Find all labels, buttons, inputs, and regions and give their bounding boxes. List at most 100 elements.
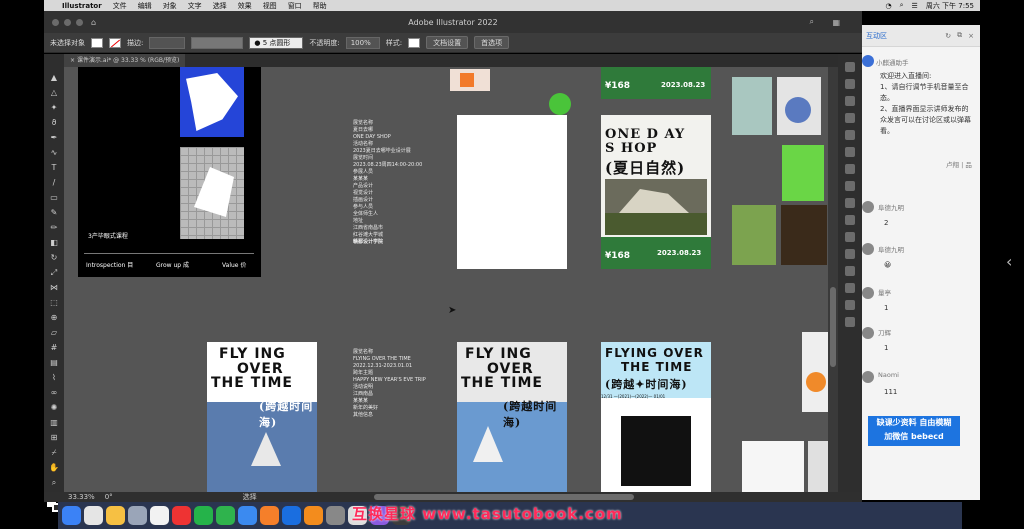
lasso-icon[interactable]: ϑ [49, 117, 60, 128]
appearance-panel-icon[interactable] [845, 215, 855, 225]
chat-header[interactable]: 互动区 [866, 31, 887, 41]
pathfinder-panel-icon[interactable] [845, 266, 855, 276]
search-icon[interactable]: ⌕ [900, 1, 904, 10]
menu-window[interactable]: 窗口 [288, 1, 302, 11]
pen-tool-icon[interactable]: ✒ [49, 132, 60, 143]
hand-tool-icon[interactable]: ✋ [49, 462, 60, 473]
thumb-1[interactable] [732, 77, 772, 135]
horizontal-scrollbar[interactable] [374, 494, 634, 500]
blend-tool-icon[interactable]: ∞ [49, 387, 60, 398]
brush-dropdown[interactable]: ● 5 点圆形 [249, 36, 304, 49]
artboard-black[interactable]: 3产毕眼式课程 Introspection 目 Grow up 成 Value … [78, 67, 261, 277]
selection-tool-icon[interactable]: ▲ [49, 72, 60, 83]
app-icon[interactable] [238, 506, 257, 525]
direct-selection-tool-icon[interactable]: △ [49, 87, 60, 98]
artboard-tool-icon[interactable]: ⊞ [49, 432, 60, 443]
wechat-icon[interactable] [194, 506, 213, 525]
menu-object[interactable]: 对象 [163, 1, 177, 11]
menu-app[interactable]: Illustrator [62, 2, 102, 10]
layers-panel-icon[interactable] [845, 79, 855, 89]
paragraph-panel-icon[interactable] [845, 317, 855, 327]
search-icon[interactable]: ⌕ [810, 17, 814, 27]
notes-icon[interactable] [106, 506, 125, 525]
curvature-tool-icon[interactable]: ∿ [49, 147, 60, 158]
photoshop-icon[interactable] [282, 506, 301, 525]
messages-icon[interactable] [216, 506, 235, 525]
document-setup-button[interactable]: 文档设置 [426, 36, 469, 49]
refresh-icon[interactable]: ↻ [945, 32, 951, 40]
properties-panel-icon[interactable] [845, 62, 855, 72]
info-text-block-2[interactable]: 展览名称 FLYING OVER THE TIME 2022.12.31-2023.… [353, 349, 443, 419]
rotation-value[interactable]: 0° [105, 493, 113, 501]
shape-builder-icon[interactable]: ⊕ [49, 312, 60, 323]
perspective-icon[interactable]: ▱ [49, 327, 60, 338]
vertical-scrollbar[interactable] [828, 67, 838, 492]
zoom-tool-icon[interactable]: ⌕ [49, 477, 60, 488]
menu-help[interactable]: 帮助 [313, 1, 327, 11]
menu-type[interactable]: 文字 [188, 1, 202, 11]
thumb-7[interactable] [742, 441, 804, 492]
menu-select[interactable]: 选择 [213, 1, 227, 11]
mesh-tool-icon[interactable]: # [49, 342, 60, 353]
tab-document[interactable]: × 课件演示.ai* @ 33.33 % (RGB/预览) [64, 54, 186, 67]
arrange-icon[interactable]: ▦ [832, 18, 840, 27]
line-tool-icon[interactable]: / [49, 177, 60, 188]
magic-wand-icon[interactable]: ✦ [49, 102, 60, 113]
menu-view[interactable]: 视图 [263, 1, 277, 11]
finder-icon[interactable] [62, 506, 81, 525]
artboard-canvas[interactable]: 3产毕眼式课程 Introspection 目 Grow up 成 Value … [64, 67, 828, 492]
graph-tool-icon[interactable]: ▥ [49, 417, 60, 428]
poster-fly-1[interactable]: FLY ING OVER THE TIME (跨越时间海) [207, 342, 317, 492]
music-icon[interactable] [172, 506, 191, 525]
thumb-3[interactable] [782, 145, 824, 201]
poster-summer-top[interactable]: ¥168 2023.08.23 [601, 67, 711, 99]
thumb-2[interactable] [777, 77, 821, 135]
transform-panel-icon[interactable] [845, 283, 855, 293]
free-transform-icon[interactable]: ⬚ [49, 297, 60, 308]
preferences-button[interactable]: 首选项 [474, 36, 510, 49]
zoom-level[interactable]: 33.33% [68, 493, 95, 501]
opacity-field[interactable]: 100% [345, 36, 380, 49]
rectangle-tool-icon[interactable]: ▭ [49, 192, 60, 203]
poster-fly-3[interactable]: FLYING OVER THE TIME (跨越✦时间海) 12/31 —(20… [601, 342, 711, 492]
close-icon[interactable]: × [70, 57, 77, 64]
gradient-panel-icon[interactable] [845, 181, 855, 191]
stroke-weight-field[interactable] [149, 36, 186, 49]
promo-banner[interactable]: 缺课少资料 自由模糊 加微信 bebecd [868, 416, 960, 446]
gradient-tool-icon[interactable]: ▤ [49, 357, 60, 368]
scale-tool-icon[interactable]: ⤢ [49, 267, 60, 278]
poster-fly-2[interactable]: FLY ING OVER THE TIME (跨越时间海) [457, 342, 567, 492]
stroke-panel-icon[interactable] [845, 164, 855, 174]
app-icon[interactable] [260, 506, 279, 525]
pencil-icon[interactable]: ✏ [49, 222, 60, 233]
menu-effect[interactable]: 效果 [238, 1, 252, 11]
thumb-5[interactable] [781, 205, 827, 265]
thumb-4[interactable] [732, 205, 776, 265]
thumb-8[interactable] [808, 441, 828, 492]
libraries-panel-icon[interactable] [845, 96, 855, 106]
variable-width-dropdown[interactable] [191, 36, 244, 49]
align-panel-icon[interactable] [845, 249, 855, 259]
preview-icon[interactable] [128, 506, 147, 525]
style-swatch[interactable] [408, 37, 421, 48]
safari-icon[interactable] [150, 506, 169, 525]
slice-tool-icon[interactable]: ⌿ [49, 447, 60, 458]
graphic-styles-panel-icon[interactable] [845, 232, 855, 242]
close-icon[interactable]: × [968, 32, 974, 40]
eyedropper-icon[interactable]: ⌇ [49, 372, 60, 383]
launchpad-icon[interactable] [84, 506, 103, 525]
swatches-panel-icon[interactable] [845, 113, 855, 123]
popout-icon[interactable]: ⧉ [957, 31, 962, 40]
symbols-panel-icon[interactable] [845, 147, 855, 157]
info-text-block-1[interactable]: 展览名称 夏日去哪 ONE DAY SHOP 活动名称 2023夏日去哪毕业设计展 展览… [353, 120, 433, 246]
poster-summer[interactable]: ONE D AY S HOP (夏日自然) ¥168 2023.08.23 [601, 115, 711, 269]
app-icon[interactable] [326, 506, 345, 525]
eraser-icon[interactable]: ◧ [49, 237, 60, 248]
character-panel-icon[interactable] [845, 300, 855, 310]
transparency-panel-icon[interactable] [845, 198, 855, 208]
thumb-6[interactable] [802, 332, 828, 412]
clock[interactable]: 周六 下午 7:55 [926, 1, 974, 11]
symbol-sprayer-icon[interactable]: ✺ [49, 402, 60, 413]
width-tool-icon[interactable]: ⋈ [49, 282, 60, 293]
fragment-artboard[interactable] [450, 69, 490, 91]
